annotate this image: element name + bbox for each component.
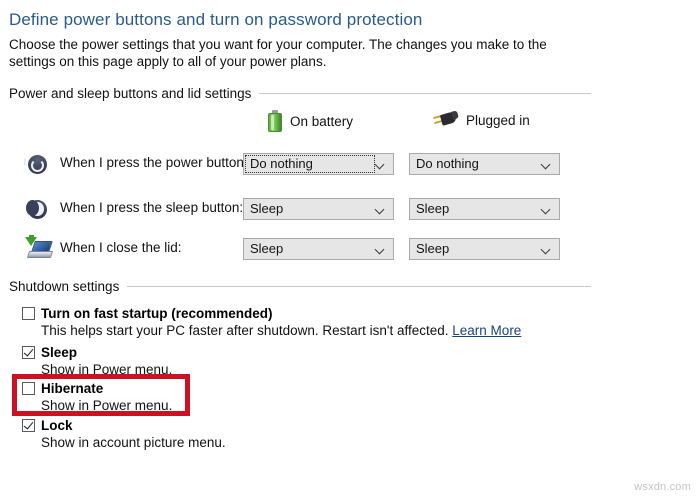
- chevron-down-icon: [376, 246, 385, 255]
- option-title: Lock: [41, 418, 73, 433]
- dropdown-power-button-plugged-in[interactable]: Do nothing: [409, 153, 560, 175]
- option-description-text: This helps start your PC faster after sh…: [41, 323, 449, 338]
- column-header-plugged-in: Plugged in: [432, 110, 530, 130]
- group-header-shutdown-settings: Shutdown settings: [9, 279, 591, 294]
- power-plug-icon: [432, 110, 459, 130]
- column-header-on-battery-label: On battery: [290, 113, 354, 129]
- watermark: wsxdn.com: [634, 481, 691, 493]
- dropdown-value: Do nothing: [416, 156, 479, 171]
- dropdown-value: Sleep: [416, 241, 450, 256]
- chevron-down-icon: [376, 161, 385, 170]
- laptop-lid-icon: [25, 235, 54, 263]
- dropdown-power-button-on-battery[interactable]: Do nothing: [243, 153, 394, 175]
- group-header-rule: [127, 286, 591, 287]
- option-description: Show in Power menu.: [41, 362, 173, 377]
- column-header-plugged-in-label: Plugged in: [466, 112, 530, 128]
- chevron-down-icon: [542, 206, 551, 215]
- checkmark-icon: [23, 346, 34, 357]
- setting-label-power-button: When I press the power button:: [60, 155, 248, 170]
- option-title: Hibernate: [41, 381, 104, 396]
- power-button-icon: [23, 152, 51, 178]
- dropdown-value: Sleep: [250, 241, 284, 256]
- group-header-power-and-sleep: Power and sleep buttons and lid settings: [9, 86, 591, 101]
- column-header-on-battery: On battery: [268, 110, 353, 132]
- option-description: Show in account picture menu.: [41, 435, 226, 450]
- dropdown-close-lid-plugged-in[interactable]: Sleep: [409, 238, 560, 260]
- learn-more-link[interactable]: Learn More: [452, 323, 521, 338]
- dropdown-sleep-button-plugged-in[interactable]: Sleep: [409, 198, 560, 220]
- chevron-down-icon: [542, 161, 551, 170]
- setting-label-sleep-button: When I press the sleep button:: [60, 200, 244, 215]
- option-title: Sleep: [41, 345, 78, 360]
- page-title: Define power buttons and turn on passwor…: [9, 10, 423, 29]
- battery-icon: [268, 110, 282, 132]
- dropdown-value: Sleep: [250, 201, 284, 216]
- power-options-page: Define power buttons and turn on passwor…: [0, 0, 700, 500]
- group-header-rule: [259, 93, 591, 94]
- sleep-moon-icon: [25, 197, 51, 223]
- page-description: Choose the power settings that you want …: [9, 37, 547, 69]
- option-description: Show in Power menu.: [41, 398, 173, 413]
- setting-label-close-lid: When I close the lid:: [60, 240, 182, 255]
- dropdown-close-lid-on-battery[interactable]: Sleep: [243, 238, 394, 260]
- checkbox-hibernate[interactable]: [22, 382, 35, 395]
- dropdown-sleep-button-on-battery[interactable]: Sleep: [243, 198, 394, 220]
- checkbox-sleep[interactable]: [22, 346, 35, 359]
- option-description: This helps start your PC faster after sh…: [41, 323, 521, 338]
- group-header-label: Power and sleep buttons and lid settings: [9, 86, 252, 101]
- chevron-down-icon: [376, 206, 385, 215]
- checkbox-fast-startup[interactable]: [22, 307, 35, 320]
- option-title: Turn on fast startup (recommended): [41, 306, 273, 321]
- dropdown-value: Sleep: [416, 201, 450, 216]
- checkbox-lock[interactable]: [22, 419, 35, 432]
- dropdown-value: Do nothing: [250, 156, 313, 171]
- chevron-down-icon: [542, 246, 551, 255]
- checkmark-icon: [23, 419, 34, 430]
- group-header-label: Shutdown settings: [9, 279, 120, 294]
